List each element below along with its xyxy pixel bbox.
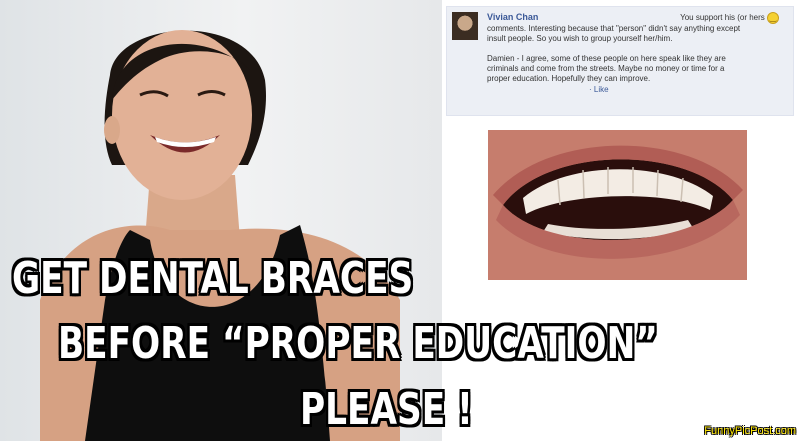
- caption-line-2: BEFORE “PROPER EDUCATION”: [58, 318, 658, 369]
- comment-line: insult people. So you wish to group your…: [487, 34, 673, 43]
- caption-line-3: PLEASE !: [300, 384, 473, 435]
- watermark: FunnyPicPost.com: [704, 425, 796, 437]
- comment-author-link[interactable]: Vivian Chan: [487, 12, 538, 24]
- teeth-closeup-photo: [488, 130, 747, 280]
- avatar[interactable]: [452, 12, 478, 40]
- woman-photo: [0, 0, 442, 441]
- facebook-comment: Vivian Chan You support his (or hers ‿ c…: [446, 6, 794, 116]
- smiley-icon: ‿: [767, 12, 779, 24]
- comment-line: proper education. Hopefully they can imp…: [487, 74, 651, 83]
- comment-first-line: You support his (or hers: [680, 13, 765, 23]
- comment-line: comments. Interesting because that "pers…: [487, 24, 741, 33]
- comment-line: Damien - I agree, some of these people o…: [487, 54, 726, 63]
- caption-line-1: GET DENTAL BRACES: [12, 253, 414, 304]
- comment-line: criminals and come from the streets. May…: [487, 64, 725, 73]
- like-link[interactable]: · Like: [589, 85, 785, 95]
